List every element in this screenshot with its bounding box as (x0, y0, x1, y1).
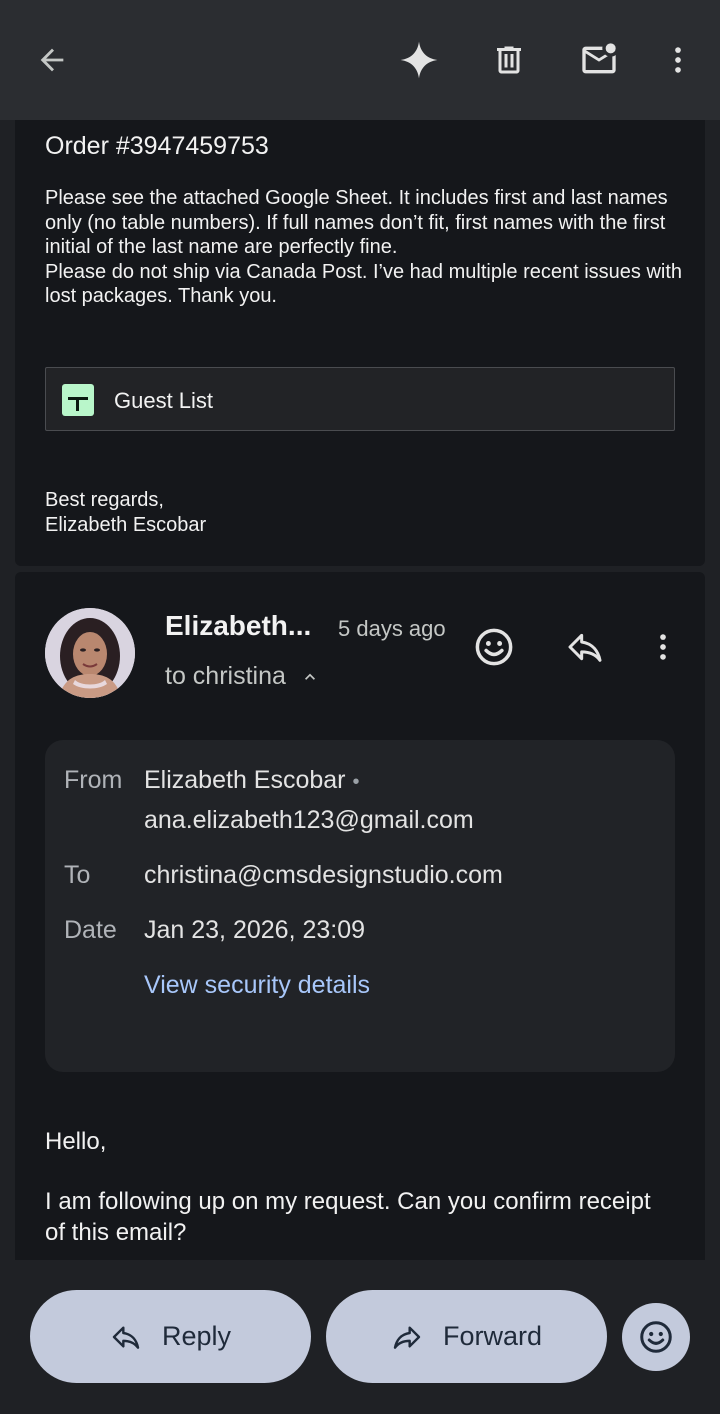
gemini-button[interactable] (393, 34, 445, 86)
more-vertical-icon (660, 634, 666, 660)
body-paragraph: Please see the attached Google Sheet. It… (45, 187, 668, 258)
avatar-photo (45, 608, 135, 698)
back-button[interactable] (26, 34, 78, 86)
order-number: Order #3947459753 (45, 132, 269, 160)
message-body: Please see the attached Google Sheet. It… (45, 186, 685, 309)
greeting: Hello, (45, 1128, 107, 1155)
recipients-text: to christina (165, 662, 286, 690)
delete-button[interactable] (483, 34, 535, 86)
date-value: Jan 23, 2026, 23:09 (144, 916, 366, 944)
more-vertical-icon (675, 47, 681, 73)
separator-dot: • (352, 771, 360, 793)
mark-unread-button[interactable] (573, 34, 625, 86)
forward-button[interactable]: Forward (326, 1290, 607, 1383)
more-options-button[interactable] (652, 34, 704, 86)
attachment-chip[interactable]: Guest List (45, 367, 675, 431)
sparkle-icon (400, 41, 438, 79)
reply-icon (568, 633, 602, 662)
emoji-icon (475, 628, 513, 666)
reply-icon-button[interactable] (560, 622, 610, 672)
avatar[interactable] (45, 608, 135, 698)
reply-label: Reply (161, 1321, 232, 1351)
from-name: Elizabeth Escobar • (144, 766, 359, 795)
forward-label: Forward (442, 1321, 543, 1351)
from-name-text: Elizabeth Escobar (144, 766, 346, 794)
view-security-details-link[interactable]: View security details (144, 971, 370, 1000)
sender-name[interactable]: Elizabeth... (165, 610, 311, 642)
recipients-toggle[interactable]: to christina (165, 662, 320, 691)
message-text: I am following up on my request. Can you… (45, 1188, 651, 1246)
from-email[interactable]: ana.elizabeth123@gmail.com (144, 806, 474, 835)
google-sheets-icon (62, 384, 94, 416)
previous-message-card: Order #3947459753 Please see the attache… (15, 120, 705, 566)
trash-icon (497, 46, 521, 74)
emoji-reaction-button[interactable] (622, 1303, 690, 1371)
arrow-left-icon (40, 48, 64, 72)
closing-text: Best regards, (45, 489, 164, 511)
attachment-name: Guest List (114, 388, 214, 413)
signature-block: Best regards, Elizabeth Escobar (45, 488, 206, 537)
from-label: From (64, 766, 123, 794)
top-app-bar (0, 0, 720, 120)
chevron-up-icon (304, 673, 315, 680)
mail-unread-icon (582, 43, 616, 74)
message-card: Elizabeth... 5 days ago to christina Fro… (15, 572, 705, 1272)
message-details-panel: From Elizabeth Escobar • ana.elizabeth12… (45, 740, 675, 1072)
bottom-action-bar: Reply Forward (0, 1260, 720, 1414)
to-email[interactable]: christina@cmsdesignstudio.com (144, 861, 503, 890)
message-time: 5 days ago (338, 616, 446, 641)
react-emoji-button[interactable] (469, 622, 519, 672)
to-label: To (64, 861, 91, 889)
forward-icon (393, 1325, 421, 1349)
message-more-button[interactable] (638, 622, 688, 672)
signature-name: Elizabeth Escobar (45, 513, 207, 536)
reply-icon (112, 1325, 140, 1349)
emoji-icon (640, 1321, 672, 1353)
body-paragraph: Please do not ship via Canada Post. I’ve… (45, 260, 683, 308)
date-label: Date (64, 916, 117, 944)
reply-button[interactable]: Reply (30, 1290, 311, 1383)
